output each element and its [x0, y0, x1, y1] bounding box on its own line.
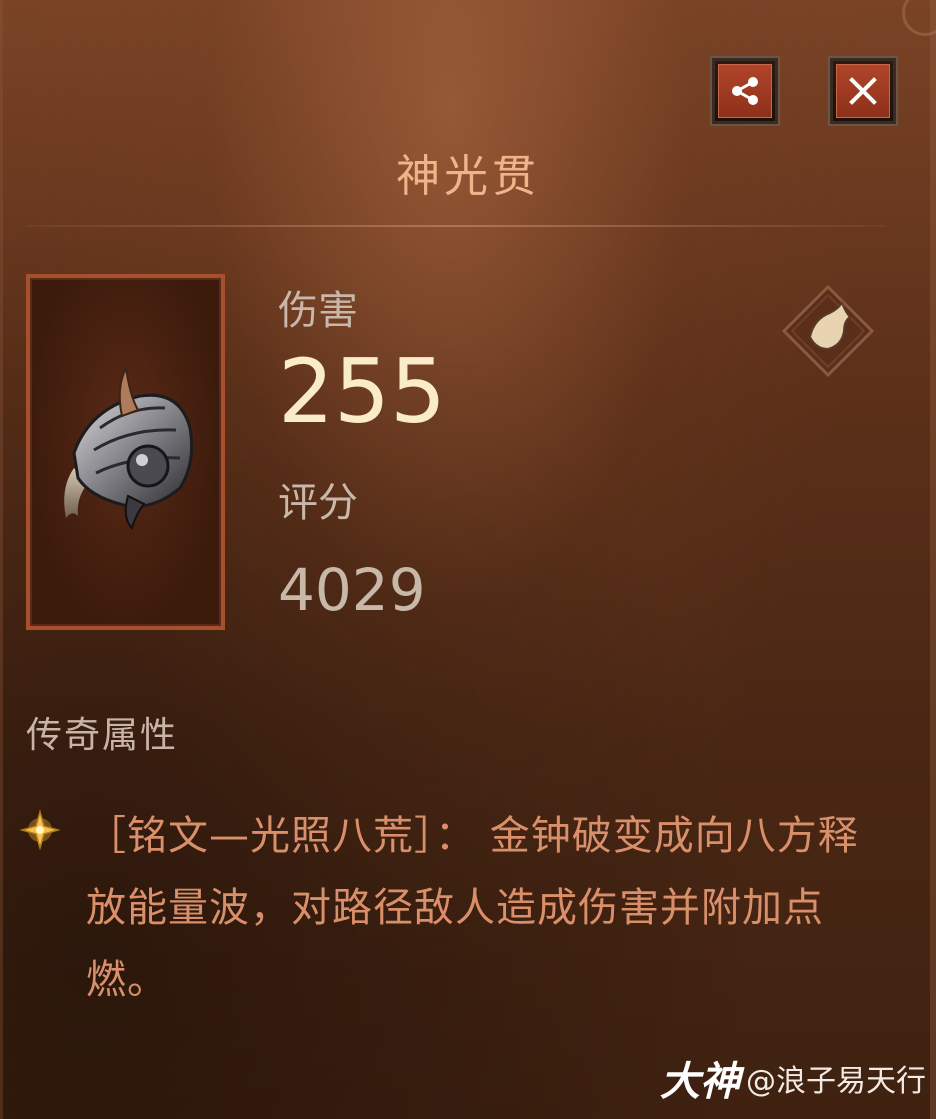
- share-button[interactable]: [710, 56, 780, 126]
- gauntlet-icon: [64, 364, 194, 530]
- close-icon: [849, 77, 877, 105]
- damage-value: 255: [278, 340, 446, 443]
- item-title: 神光贯: [396, 151, 540, 202]
- watermark-logo: 大神: [660, 1059, 740, 1105]
- legendary-description: ［铭文—光照八荒］： 金钟破变成向八方释放能量波，对路径敌人造成伤害并附加点燃。: [86, 813, 859, 1003]
- close-button[interactable]: [828, 56, 898, 126]
- damage-label: 伤害: [278, 288, 358, 334]
- score-label: 评分: [278, 480, 358, 526]
- item-portrait: [26, 274, 225, 630]
- legendary-section-title: 传奇属性: [26, 715, 179, 756]
- fist-weapon-icon: [781, 284, 875, 378]
- frame-corner-ornament: [902, 0, 936, 36]
- title-divider: [26, 225, 886, 227]
- share-icon: [732, 77, 758, 105]
- watermark: 大神 @浪子易天行: [660, 1049, 926, 1107]
- star-bullet-icon: [19, 809, 61, 851]
- score-value: 4029: [278, 556, 426, 624]
- watermark-user: @浪子易天行: [746, 1064, 926, 1099]
